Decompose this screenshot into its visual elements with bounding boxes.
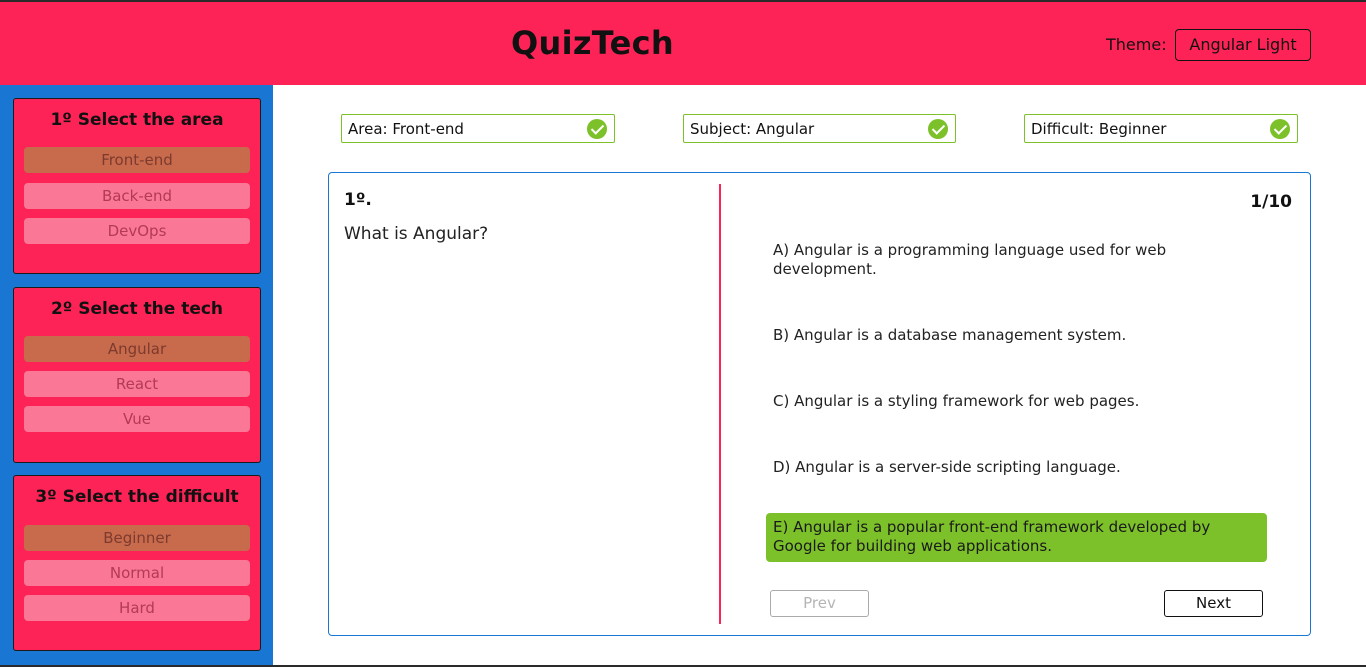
difficulty-panel: 3º Select the difficult Beginner Normal … (13, 475, 261, 651)
tech-option-react[interactable]: React (24, 371, 250, 397)
area-chip: Area: Front-end (341, 114, 615, 143)
answer-option-c[interactable]: C) Angular is a styling framework for we… (766, 387, 1267, 416)
area-option-devops[interactable]: DevOps (24, 218, 250, 244)
theme-select-button[interactable]: Angular Light (1175, 29, 1311, 61)
check-circle-icon (928, 119, 948, 139)
difficulty-chip: Difficult: Beginner (1024, 114, 1298, 143)
card-divider (719, 184, 721, 624)
answer-option-b[interactable]: B) Angular is a database management syst… (766, 321, 1267, 350)
difficulty-option-normal[interactable]: Normal (24, 560, 250, 586)
app-header: QuizTech Theme: Angular Light (0, 2, 1366, 85)
subject-chip-label: Subject: Angular (690, 120, 815, 138)
area-panel: 1º Select the area Front-end Back-end De… (13, 98, 261, 274)
answer-option-e[interactable]: E) Angular is a popular front-end framew… (766, 513, 1267, 562)
check-circle-icon (587, 119, 607, 139)
question-number: 1º. (344, 190, 372, 210)
area-chip-label: Area: Front-end (348, 120, 464, 138)
app-title: QuizTech (511, 24, 675, 62)
next-button[interactable]: Next (1164, 590, 1263, 617)
sidebar: 1º Select the area Front-end Back-end De… (0, 85, 273, 667)
theme-label: Theme: (1106, 35, 1167, 54)
area-panel-title: 1º Select the area (50, 110, 224, 130)
difficulty-option-hard[interactable]: Hard (24, 595, 250, 621)
check-circle-icon (1270, 119, 1290, 139)
tech-panel-title: 2º Select the tech (50, 299, 224, 319)
difficulty-option-beginner[interactable]: Beginner (24, 525, 250, 551)
answer-option-d[interactable]: D) Angular is a server-side scripting la… (766, 453, 1267, 482)
answer-option-a[interactable]: A) Angular is a programming language use… (766, 236, 1267, 284)
area-option-back-end[interactable]: Back-end (24, 183, 250, 209)
difficulty-panel-title: 3º Select the difficult (35, 487, 239, 507)
difficulty-chip-label: Difficult: Beginner (1031, 120, 1167, 138)
tech-panel: 2º Select the tech Angular React Vue (13, 287, 261, 463)
subject-chip: Subject: Angular (683, 114, 956, 143)
tech-option-angular[interactable]: Angular (24, 336, 250, 362)
prev-button[interactable]: Prev (770, 590, 869, 617)
area-option-front-end[interactable]: Front-end (24, 147, 250, 173)
question-text: What is Angular? (344, 224, 489, 244)
question-card: 1º. What is Angular? 1/10 A) Angular is … (328, 172, 1311, 636)
question-progress: 1/10 (1250, 192, 1292, 212)
tech-option-vue[interactable]: Vue (24, 406, 250, 432)
